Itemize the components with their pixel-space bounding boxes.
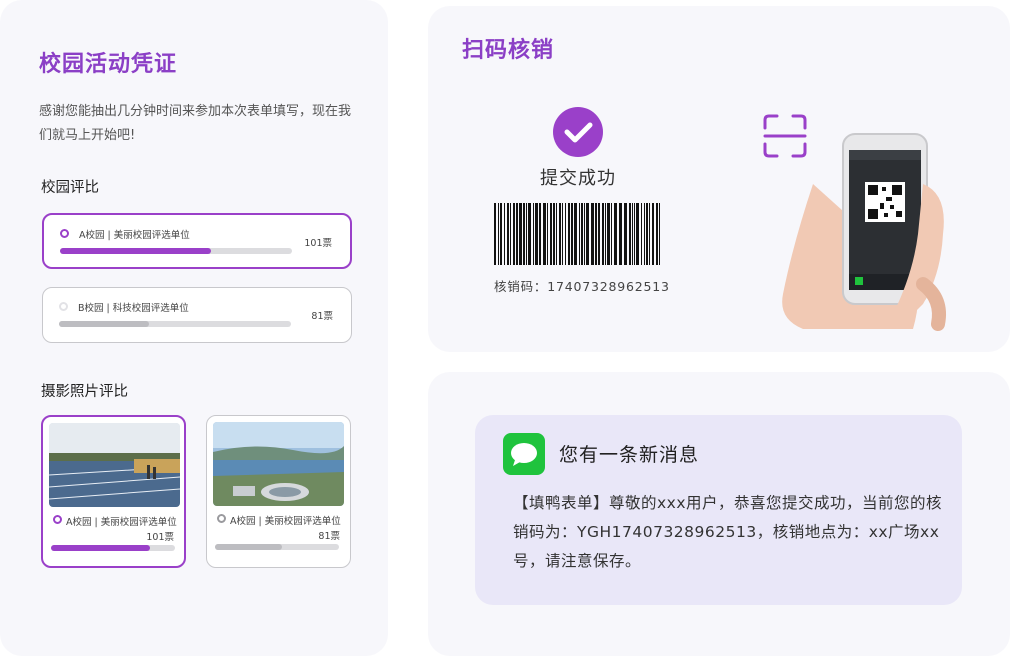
- barcode-bar: [591, 203, 594, 265]
- barcode-bar: [543, 203, 546, 265]
- barcode-bar: [607, 203, 610, 265]
- scan-verify-panel: 扫码核销 提交成功 核销码：17407328962513: [428, 6, 1010, 352]
- barcode-bar: [619, 203, 622, 265]
- phone-in-hand-illustration: [782, 133, 946, 331]
- barcode-bar: [584, 203, 585, 265]
- barcode-bar: [507, 203, 509, 265]
- barcode-bar: [494, 203, 496, 265]
- barcode-bar: [656, 203, 658, 265]
- barcode-bar: [611, 203, 612, 265]
- barcode-bar: [516, 203, 518, 265]
- verify-code: 核销码：17407328962513: [494, 276, 670, 295]
- photo-section-title: 摄影照片评比: [41, 384, 128, 400]
- barcode-bar: [644, 203, 645, 265]
- barcode-bar: [602, 203, 604, 265]
- barcode-bar: [574, 203, 577, 265]
- barcode-bar: [533, 203, 534, 265]
- barcode-bar: [632, 203, 633, 265]
- vote-progress-bar: [51, 545, 175, 551]
- option-label: B校园 | 科技校园评选单位: [78, 303, 189, 314]
- message-title: 您有一条新消息: [559, 444, 700, 466]
- barcode-bar: [513, 203, 515, 265]
- option-label: A校园 | 美丽校园评选单位: [66, 517, 177, 528]
- vote-count: 81票: [311, 311, 333, 322]
- barcode-bar: [614, 203, 617, 265]
- barcode-bar: [553, 203, 555, 265]
- option-label: A校园 | 美丽校园评选单位: [230, 516, 341, 527]
- barcode-bar: [629, 203, 631, 265]
- barcode-bar: [652, 203, 654, 265]
- barcode-bar: [636, 203, 639, 265]
- barcode-bar: [659, 203, 660, 265]
- vote-count: 101票: [304, 238, 332, 249]
- track-field-photo: [49, 423, 180, 507]
- campus-aerial-photo: [213, 422, 344, 506]
- barcode-bar: [565, 203, 566, 265]
- barcode-bar: [498, 203, 499, 265]
- barcode-bar: [504, 203, 505, 265]
- message-body: 【填鸭表单】尊敬的xxx用户，恭喜您提交成功，当前您的核销码为：YGH17407…: [513, 494, 943, 570]
- barcode-bar: [510, 203, 511, 265]
- success-text: 提交成功: [540, 168, 616, 189]
- vote-progress-bar: [59, 321, 291, 327]
- barcode-bar: [528, 203, 531, 265]
- radio-selected-icon[interactable]: [53, 515, 62, 524]
- vote-progress-bar: [60, 248, 292, 254]
- barcode-bar: [526, 203, 527, 265]
- radio-unselected-icon[interactable]: [217, 514, 226, 523]
- campus-section-title: 校园评比: [41, 180, 99, 196]
- message-panel: 您有一条新消息 【填鸭表单】尊敬的xxx用户，恭喜您提交成功，当前您的核销码为：…: [428, 372, 1010, 656]
- vote-count: 101票: [146, 532, 174, 543]
- barcode-bar: [571, 203, 573, 265]
- barcode-bar: [519, 203, 522, 265]
- barcode-bar: [562, 203, 563, 265]
- barcode-bar: [547, 203, 548, 265]
- barcode-bar: [523, 203, 525, 265]
- barcode-bar: [559, 203, 561, 265]
- barcode-bar: [624, 203, 627, 265]
- verify-code-label: 核销码：: [494, 279, 548, 294]
- vote-progress-bar: [215, 544, 339, 550]
- barcode-bar: [646, 203, 648, 265]
- barcode-bar: [595, 203, 597, 265]
- photo-option-2[interactable]: A校园 | 美丽校园评选单位 81票: [206, 415, 351, 568]
- barcode-bar: [605, 203, 606, 265]
- vote-count: 81票: [318, 531, 340, 542]
- wechat-icon: [503, 433, 545, 475]
- barcode: [494, 203, 660, 265]
- scan-title: 扫码核销: [462, 38, 555, 63]
- radio-unselected-icon[interactable]: [59, 302, 68, 311]
- barcode-bar: [641, 203, 642, 265]
- barcode-bar: [634, 203, 635, 265]
- barcode-bar: [649, 203, 650, 265]
- activity-voucher-panel: 校园活动凭证 感谢您能抽出几分钟时间来参加本次表单填写，现在我们就马上开始吧! …: [0, 0, 388, 656]
- message-bubble: 您有一条新消息 【填鸭表单】尊敬的xxx用户，恭喜您提交成功，当前您的核销码为：…: [475, 415, 962, 605]
- barcode-bar: [500, 203, 502, 265]
- barcode-bar: [579, 203, 580, 265]
- barcode-bar: [535, 203, 538, 265]
- barcode-bar: [539, 203, 541, 265]
- barcode-bar: [568, 203, 570, 265]
- verify-code-value: 17407328962513: [547, 279, 670, 294]
- barcode-bar: [556, 203, 557, 265]
- check-circle-icon: [553, 107, 603, 157]
- photo-option-1[interactable]: A校园 | 美丽校园评选单位 101票: [41, 415, 186, 568]
- barcode-bar: [581, 203, 583, 265]
- barcode-bar: [586, 203, 589, 265]
- barcode-bar: [598, 203, 600, 265]
- campus-option-b[interactable]: B校园 | 科技校园评选单位 81票: [42, 287, 352, 343]
- campus-option-a[interactable]: A校园 | 美丽校园评选单位 101票: [42, 213, 352, 269]
- intro-text: 感谢您能抽出几分钟时间来参加本次表单填写，现在我们就马上开始吧!: [39, 104, 352, 143]
- option-label: A校园 | 美丽校园评选单位: [79, 230, 190, 241]
- page-title: 校园活动凭证: [39, 52, 178, 77]
- radio-selected-icon[interactable]: [60, 229, 69, 238]
- barcode-bar: [550, 203, 552, 265]
